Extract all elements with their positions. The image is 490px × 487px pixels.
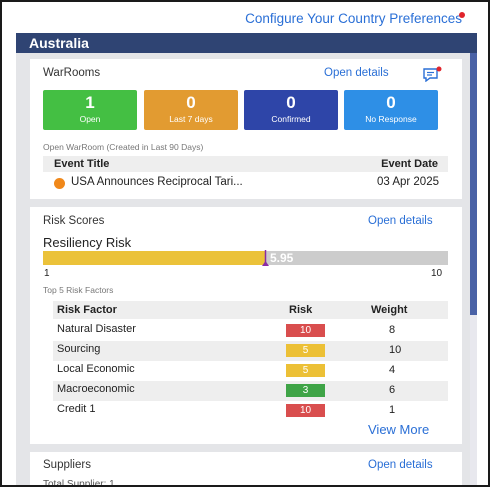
tile-confirmed-value: 0 (286, 93, 296, 112)
event-status-dot-icon (54, 178, 65, 189)
resiliency-max-label: 10 (431, 268, 443, 279)
scrollbar[interactable] (470, 53, 477, 485)
country-header: Australia (16, 33, 477, 53)
risk-scores-card: Risk Scores Open details Resiliency Risk… (30, 207, 462, 444)
col-risk: Risk (289, 304, 313, 316)
risk-badge: 3 (286, 384, 325, 397)
top-5-label: Top 5 Risk Factors (43, 285, 114, 295)
event-row[interactable]: USA Announces Reciprocal Tari... 03 Apr … (43, 175, 448, 193)
risk-table-header: Risk Factor Risk Weight (53, 301, 448, 319)
col-event-date: Event Date (381, 158, 438, 170)
tile-no-response[interactable]: 0 No Response (344, 90, 438, 130)
tile-open[interactable]: 1 Open (43, 90, 137, 130)
resiliency-min-label: 1 (44, 268, 50, 279)
risk-badge: 5 (286, 364, 325, 377)
risk-badge: 10 (286, 404, 325, 417)
event-title[interactable]: USA Announces Reciprocal Tari... (71, 176, 243, 188)
tile-last-7-days-label: Last 7 days (169, 114, 213, 124)
col-weight: Weight (371, 304, 408, 316)
configure-preferences-link[interactable]: Configure Your Country Preferences (245, 11, 462, 26)
risk-row[interactable]: Credit 1 10 1 (53, 401, 448, 421)
risk-factor-name: Sourcing (57, 343, 101, 355)
event-table-header: Event Title Event Date (43, 156, 448, 172)
tile-open-value: 1 (85, 93, 95, 112)
resiliency-marker-icon (262, 250, 269, 266)
tile-confirmed-label: Confirmed (271, 114, 311, 124)
tile-confirmed[interactable]: 0 Confirmed (244, 90, 338, 130)
col-event-title: Event Title (54, 158, 110, 170)
tile-no-response-label: No Response (365, 114, 417, 124)
tile-last-7-days[interactable]: 0 Last 7 days (144, 90, 238, 130)
risk-weight: 1 (389, 404, 396, 416)
risk-scores-title: Risk Scores (43, 215, 105, 227)
risk-weight: 4 (389, 364, 396, 376)
warrooms-card: WarRooms Open details 1 Open 0 Last 7 da… (30, 59, 462, 199)
tile-open-label: Open (79, 114, 101, 124)
risk-open-details-link[interactable]: Open details (368, 215, 433, 227)
view-more-link[interactable]: View More (368, 422, 429, 437)
resiliency-bar-fill (43, 251, 266, 265)
resiliency-risk-label: Resiliency Risk (43, 235, 132, 250)
risk-row[interactable]: Local Economic 5 4 (53, 361, 448, 381)
warrooms-open-details-link[interactable]: Open details (324, 67, 389, 79)
tile-no-response-value: 0 (386, 93, 396, 112)
risk-badge: 5 (286, 344, 325, 357)
risk-row[interactable]: Macroeconomic 3 6 (53, 381, 448, 401)
risk-row[interactable]: Natural Disaster 10 8 (53, 321, 448, 341)
col-risk-factor: Risk Factor (57, 304, 117, 316)
risk-badge: 10 (286, 324, 325, 337)
tile-last-7-days-value: 0 (186, 93, 196, 112)
resiliency-score: 5.95 (270, 251, 294, 265)
chat-icon[interactable] (422, 66, 444, 83)
risk-factor-name: Macroeconomic (57, 383, 135, 395)
risk-factor-name: Natural Disaster (57, 323, 136, 335)
risk-row[interactable]: Sourcing 5 10 (53, 341, 448, 361)
event-date: 03 Apr 2025 (376, 176, 439, 188)
risk-weight: 10 (389, 344, 402, 356)
notification-dot-icon (459, 12, 465, 18)
risk-factor-name: Local Economic (57, 363, 135, 375)
resiliency-bar-track: 5.95 (43, 250, 448, 266)
app-frame: Configure Your Country Preferences Austr… (0, 0, 490, 487)
scrollbar-thumb[interactable] (470, 53, 477, 315)
risk-factor-name: Credit 1 (57, 403, 96, 415)
total-supplier: Total Supplier: 1 (43, 479, 115, 487)
risk-weight: 6 (389, 384, 396, 396)
open-warroom-subtitle: Open WarRoom (Created in Last 90 Days) (43, 142, 204, 152)
risk-weight: 8 (389, 324, 396, 336)
suppliers-open-details-link[interactable]: Open details (368, 459, 433, 471)
warrooms-title: WarRooms (43, 67, 101, 79)
suppliers-card: Suppliers Open details Total Supplier: 1 (30, 452, 462, 487)
suppliers-title: Suppliers (43, 459, 91, 471)
